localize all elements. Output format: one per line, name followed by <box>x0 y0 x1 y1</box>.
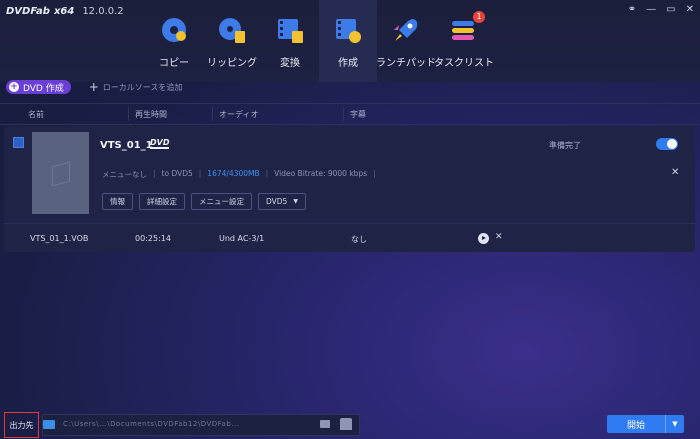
nav-item-copy[interactable]: コピー <box>145 0 203 82</box>
nav-label: ランチパッド <box>376 58 436 69</box>
chevron-down-icon: ▼ <box>293 198 298 205</box>
advanced-settings-button[interactable]: 詳細設定 <box>139 193 185 210</box>
folder-icon <box>43 420 55 429</box>
enable-toggle[interactable] <box>656 138 678 150</box>
nav-item-launchpad[interactable]: ランチパッド <box>376 0 436 82</box>
output-label: 出力先 <box>4 412 39 438</box>
nav-label: コピー <box>159 58 189 69</box>
nav-item-ripping[interactable]: リッピング <box>203 0 261 82</box>
app-logo: DVDFab <box>6 6 50 17</box>
start-button[interactable]: 開始 ▼ <box>607 415 684 433</box>
column-divider <box>128 107 129 121</box>
menu-info: メニューなし <box>102 170 147 179</box>
item-title: VTS_01_1 <box>100 140 153 151</box>
chevron-down-icon[interactable]: ▼ <box>665 415 684 433</box>
title-row-audio[interactable]: Und AC-3/1 <box>219 234 264 243</box>
menu-settings-button[interactable]: メニュー設定 <box>191 193 252 210</box>
column-header-audio: オーディオ <box>219 110 259 119</box>
nav-item-tasklist[interactable]: 1 タスクリスト <box>434 0 494 82</box>
browse-folder-icon[interactable] <box>320 420 330 428</box>
nav-label: リッピング <box>207 58 257 69</box>
remove-item-icon[interactable]: ✕ <box>671 167 679 178</box>
column-divider <box>343 107 344 121</box>
iso-output-icon[interactable] <box>340 418 352 430</box>
main-nav: コピー リッピング 変換 作成 ランチパッド 1 タスクリスト <box>145 0 494 82</box>
column-headers: 名前 再生時間 オーディオ 字幕 <box>0 103 700 125</box>
divider <box>4 223 695 224</box>
window-controls: ⚭ — ▭ ✕ <box>628 4 694 15</box>
item-info-line: メニューなし | to DVD5 | 1674/4300MB | Video B… <box>102 169 376 179</box>
source-item-panel: VTS_01_1 DVD 準備完了 メニューなし | to DVD5 | 167… <box>4 126 695 252</box>
bottom-bar: 出力先 C:\Users\...\Documents\DVDFab12\DVDF… <box>0 409 700 439</box>
nav-label: 変換 <box>280 58 300 69</box>
skin-icon[interactable]: ⚭ <box>628 4 636 15</box>
minimize-icon[interactable]: — <box>646 4 656 15</box>
column-header-subtitle: 字幕 <box>350 110 366 119</box>
dvd-create-button[interactable]: + DVD 作成 <box>6 80 71 94</box>
disc-rip-icon <box>218 16 246 44</box>
target-format: to DVD5 <box>161 169 193 178</box>
dvd-size-value: DVD5 <box>266 197 288 206</box>
column-header-name: 名前 <box>28 110 44 119</box>
nav-item-convert[interactable]: 変換 <box>261 0 319 82</box>
app-brand: DVDFab x64 12.0.0.2 <box>6 6 124 17</box>
close-icon[interactable]: ✕ <box>686 4 694 15</box>
toggle-knob <box>667 139 677 149</box>
app-edition: x64 <box>53 6 75 17</box>
top-bar: DVDFab x64 12.0.0.2 ⚭ — ▭ ✕ コピー リッピング 変換 <box>0 0 700 82</box>
maximize-icon[interactable]: ▭ <box>666 4 675 15</box>
remove-row-icon[interactable]: ✕ <box>495 232 503 242</box>
plus-icon: + <box>9 82 19 92</box>
dvd-create-label: DVD 作成 <box>23 83 64 94</box>
output-path-text: C:\Users\...\Documents\DVDFab12\DVDFab..… <box>63 420 240 428</box>
play-icon[interactable] <box>478 233 489 244</box>
film-create-icon <box>334 16 362 44</box>
dvd-logo-icon: DVD <box>150 138 170 149</box>
info-button[interactable]: 情報 <box>102 193 133 210</box>
column-divider <box>212 107 213 121</box>
column-header-duration: 再生時間 <box>135 110 167 119</box>
title-row-name: VTS_01_1.VOB <box>30 234 89 243</box>
item-checkbox[interactable] <box>13 137 24 148</box>
film-icon <box>52 161 70 187</box>
app-version: 12.0.0.2 <box>82 6 124 17</box>
add-local-source-label: ローカルソースを追加 <box>102 82 183 92</box>
nav-label: タスクリスト <box>434 58 494 69</box>
output-path-field[interactable]: C:\Users\...\Documents\DVDFab12\DVDFab..… <box>42 414 360 436</box>
source-toolbar: + DVD 作成 + ローカルソースを追加 <box>6 80 182 94</box>
rocket-icon <box>392 16 420 44</box>
plus-icon: + <box>88 80 99 94</box>
nav-item-create[interactable]: 作成 <box>319 0 377 82</box>
task-count-badge: 1 <box>473 11 485 23</box>
status-text: 準備完了 <box>549 141 581 150</box>
title-row-subtitle[interactable]: なし <box>351 234 367 245</box>
disc-copy-icon <box>160 16 188 44</box>
title-row-duration: 00:25:14 <box>135 234 171 243</box>
start-label: 開始 <box>626 420 645 431</box>
bitrate-info: Video Bitrate: 9000 kbps <box>274 169 368 178</box>
thumbnail <box>32 132 89 214</box>
dvd-size-select[interactable]: DVD5 ▼ <box>258 193 306 210</box>
item-buttons: 情報 詳細設定 メニュー設定 DVD5 ▼ <box>102 193 306 210</box>
nav-label: 作成 <box>338 58 358 69</box>
film-convert-icon <box>276 16 304 44</box>
add-local-source-button[interactable]: + ローカルソースを追加 <box>89 80 183 94</box>
tasklist-icon: 1 <box>450 11 485 44</box>
size-info: 1674/4300MB <box>207 169 260 178</box>
